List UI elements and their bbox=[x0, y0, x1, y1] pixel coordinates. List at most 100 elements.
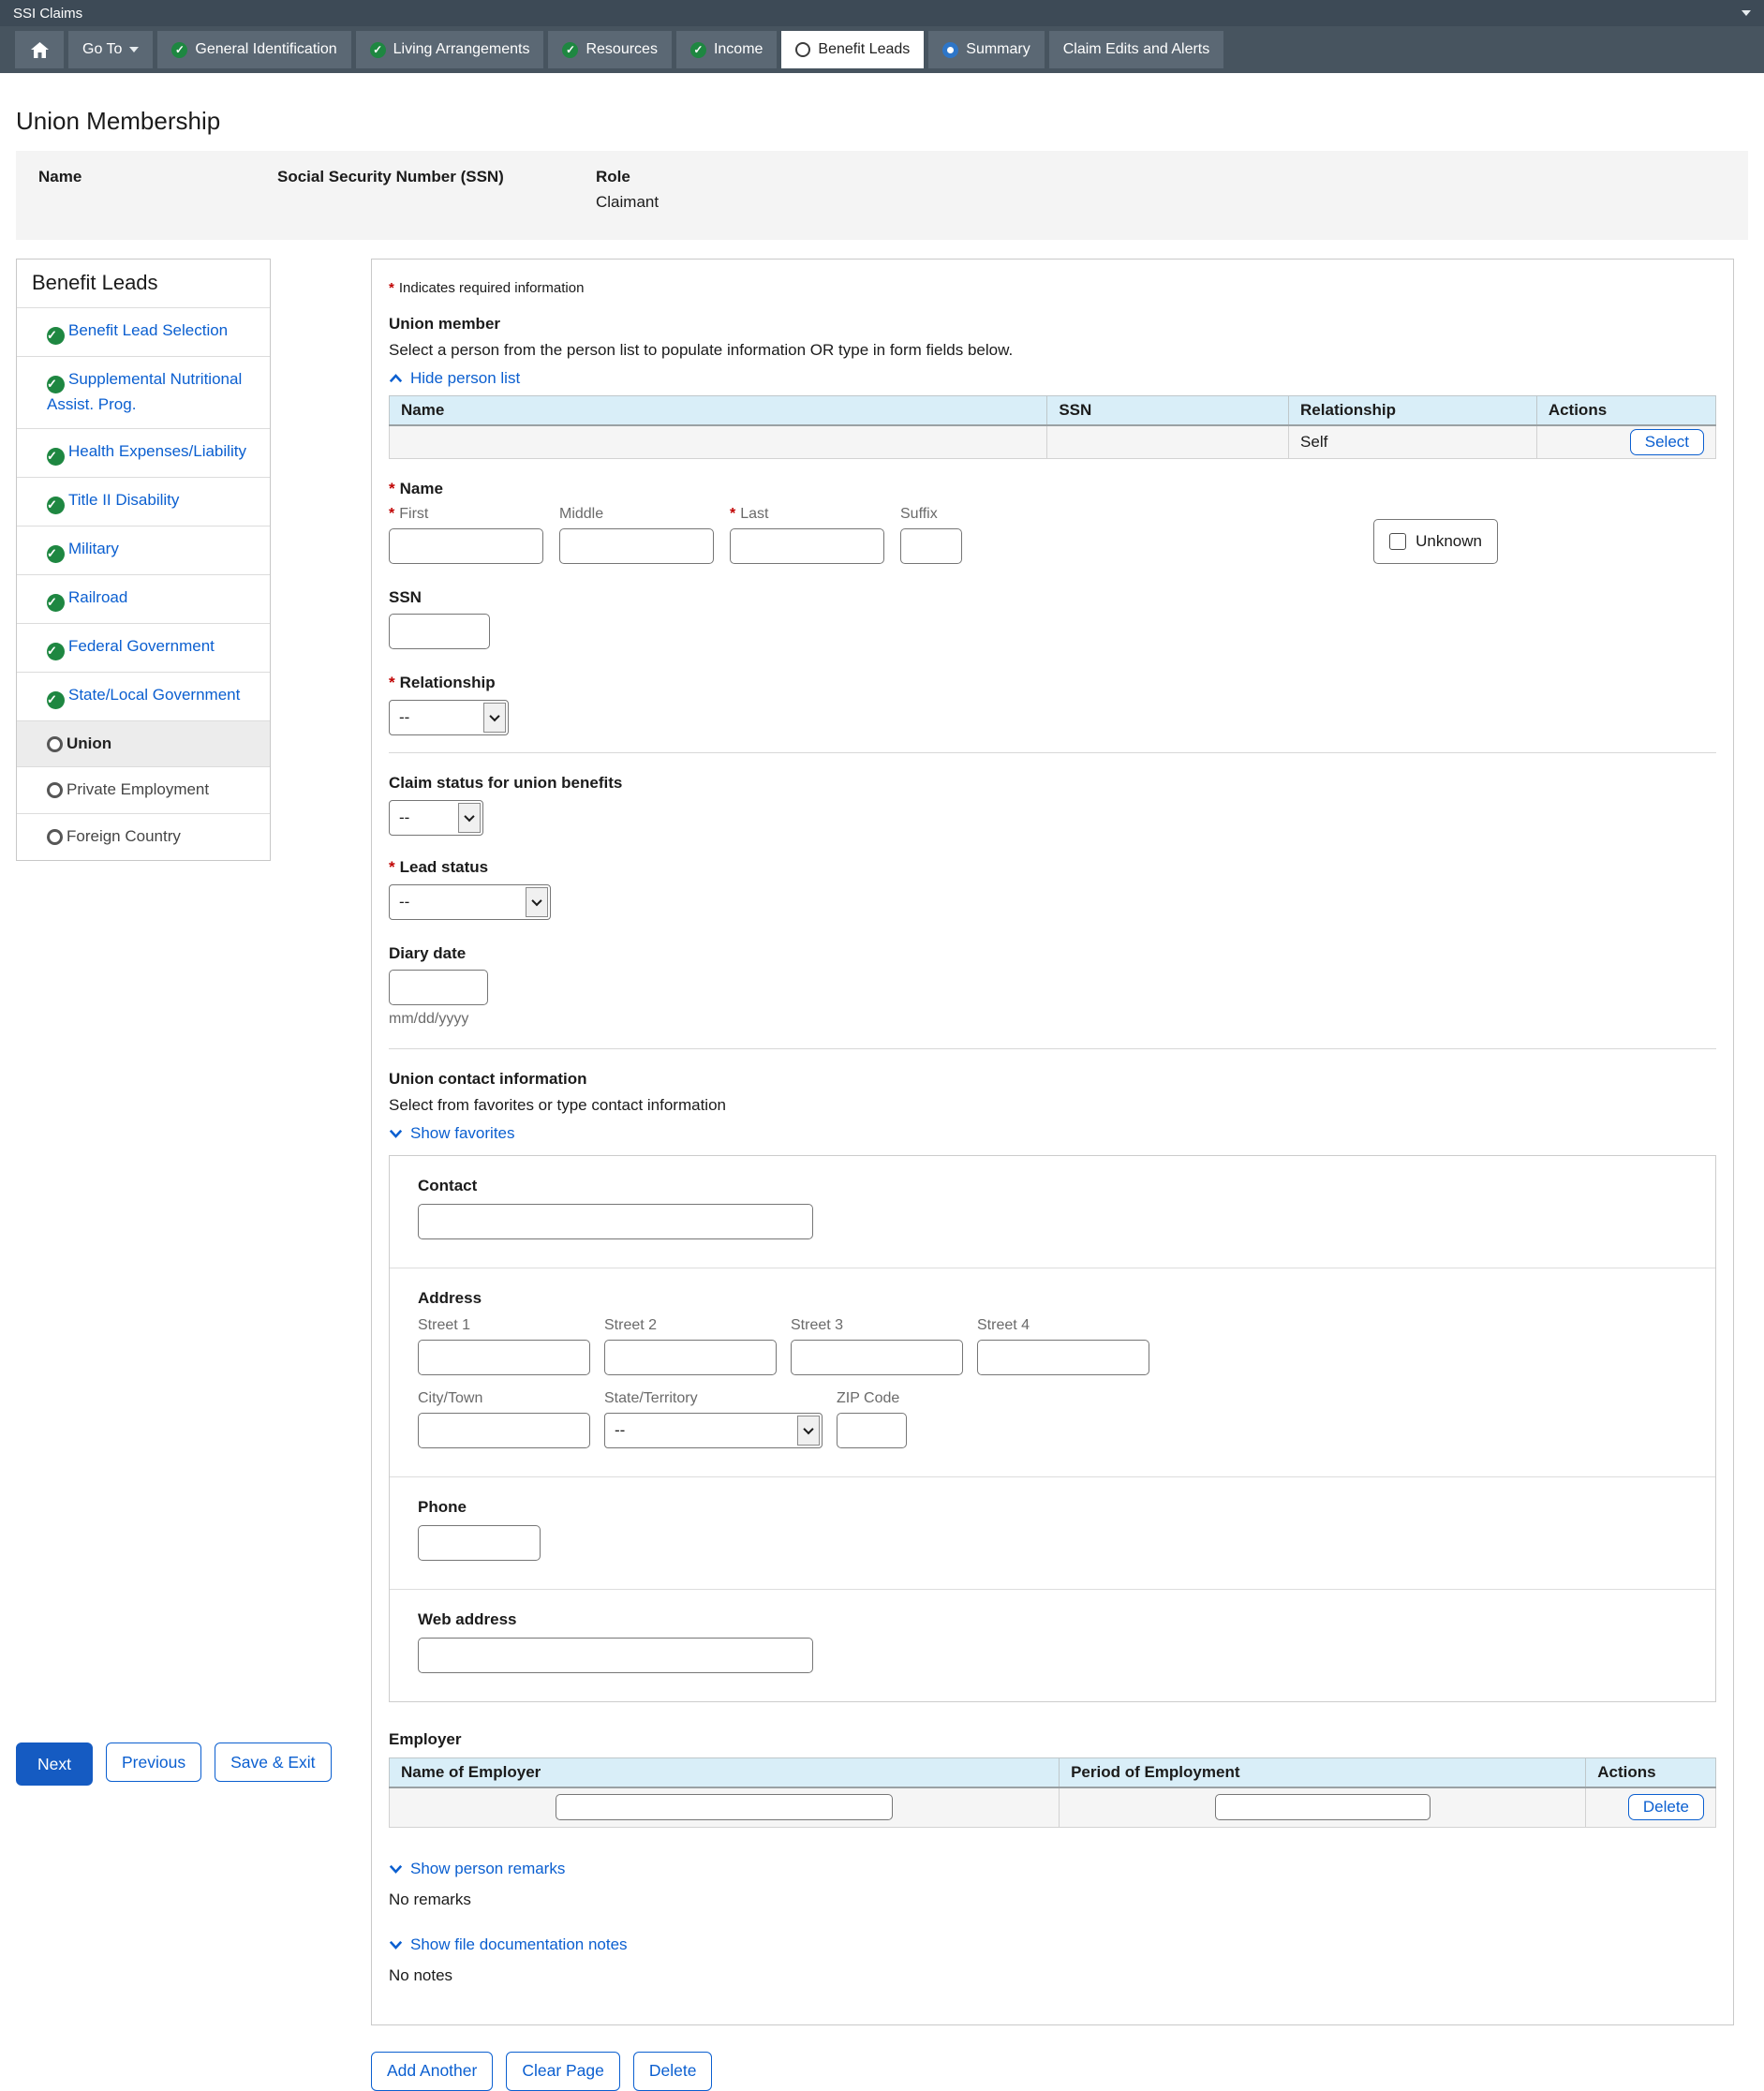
street3-input[interactable] bbox=[791, 1340, 963, 1375]
person-role-label: Role bbox=[596, 168, 659, 186]
tab-general-identification[interactable]: ✓ General Identification bbox=[157, 31, 350, 68]
show-file-documentation-notes-link[interactable]: Show file documentation notes bbox=[389, 1935, 628, 1954]
union-form-panel: *Indicates required information Union me… bbox=[371, 259, 1734, 2025]
unknown-checkbox[interactable] bbox=[1389, 533, 1406, 550]
city-input[interactable] bbox=[418, 1413, 590, 1448]
show-person-remarks-link[interactable]: Show person remarks bbox=[389, 1860, 565, 1878]
app-title: SSI Claims bbox=[13, 6, 82, 22]
check-circle-icon: ✓ bbox=[47, 497, 65, 514]
first-name-input[interactable] bbox=[389, 528, 543, 564]
state-select[interactable]: -- bbox=[604, 1413, 823, 1448]
web-address-label: Web address bbox=[418, 1610, 1687, 1629]
contact-input[interactable] bbox=[418, 1204, 813, 1239]
last-name-label: *Last bbox=[730, 506, 884, 523]
main-nav: Go To ✓ General Identification ✓ Living … bbox=[0, 26, 1764, 73]
first-name-label: *First bbox=[389, 506, 543, 523]
employer-header-name: Name of Employer bbox=[390, 1758, 1060, 1788]
sidebar-item-federal-government[interactable]: ✓Federal Government bbox=[17, 623, 270, 672]
middle-name-input[interactable] bbox=[559, 528, 714, 564]
street4-label: Street 4 bbox=[977, 1317, 1149, 1334]
lead-status-label: *Lead status bbox=[389, 858, 1716, 877]
person-ssn-label: Social Security Number (SSN) bbox=[277, 168, 596, 186]
phone-input[interactable] bbox=[418, 1525, 541, 1561]
employer-table: Name of Employer Period of Employment Ac… bbox=[389, 1757, 1716, 1828]
person-row-name bbox=[390, 425, 1047, 459]
name-section-label: *Name bbox=[389, 480, 1716, 498]
sidebar-item-railroad[interactable]: ✓Railroad bbox=[17, 574, 270, 623]
goto-caret-icon bbox=[129, 47, 139, 52]
contact-info-panel: Contact Address Street 1 Street 2 bbox=[389, 1155, 1716, 1702]
street2-label: Street 2 bbox=[604, 1317, 777, 1334]
street4-input[interactable] bbox=[977, 1340, 1149, 1375]
goto-menu-button[interactable]: Go To bbox=[68, 31, 153, 68]
employer-header-period: Period of Employment bbox=[1060, 1758, 1586, 1788]
delete-page-button[interactable]: Delete bbox=[633, 2052, 713, 2091]
select-person-button[interactable]: Select bbox=[1630, 429, 1704, 455]
employer-row: Delete bbox=[390, 1787, 1716, 1827]
sidebar-item-union[interactable]: Union bbox=[17, 720, 270, 767]
union-member-heading: Union member bbox=[389, 315, 1716, 334]
unknown-label: Unknown bbox=[1416, 532, 1482, 551]
union-contact-instructions: Select from favorites or type contact in… bbox=[389, 1096, 1716, 1115]
home-icon bbox=[31, 42, 49, 58]
street1-input[interactable] bbox=[418, 1340, 590, 1375]
add-another-button[interactable]: Add Another bbox=[371, 2052, 493, 2091]
tab-claim-edits-and-alerts[interactable]: Claim Edits and Alerts bbox=[1049, 31, 1224, 68]
sidebar-title: Benefit Leads bbox=[17, 260, 270, 307]
person-row-ssn bbox=[1047, 425, 1289, 459]
ssn-input[interactable] bbox=[389, 614, 490, 649]
sidebar-item-title-ii-disability[interactable]: ✓Title II Disability bbox=[17, 477, 270, 526]
clear-page-button[interactable]: Clear Page bbox=[506, 2052, 620, 2091]
union-member-instructions: Select a person from the person list to … bbox=[389, 341, 1716, 360]
check-circle-icon: ✓ bbox=[47, 594, 65, 612]
middle-name-label: Middle bbox=[559, 506, 714, 523]
relationship-select[interactable]: -- bbox=[389, 700, 509, 735]
street2-input[interactable] bbox=[604, 1340, 777, 1375]
check-circle-icon: ✓ bbox=[370, 42, 386, 58]
last-name-input[interactable] bbox=[730, 528, 884, 564]
circle-outline-icon bbox=[47, 829, 63, 845]
hide-person-list-link[interactable]: Hide person list bbox=[389, 369, 520, 388]
goto-label: Go To bbox=[82, 41, 122, 58]
check-circle-icon: ✓ bbox=[47, 691, 65, 709]
phone-label: Phone bbox=[418, 1498, 1687, 1517]
save-exit-button[interactable]: Save & Exit bbox=[215, 1742, 331, 1782]
sidebar-item-health-expenses[interactable]: ✓Health Expenses/Liability bbox=[17, 428, 270, 477]
tab-income[interactable]: ✓ Income bbox=[676, 31, 777, 68]
tab-living-arrangements[interactable]: ✓ Living Arrangements bbox=[356, 31, 544, 68]
person-name-label: Name bbox=[38, 168, 277, 186]
claim-status-select[interactable]: -- bbox=[389, 800, 483, 836]
titlebar-caret-icon[interactable] bbox=[1742, 10, 1751, 16]
diary-date-input[interactable] bbox=[389, 970, 488, 1005]
tab-summary[interactable]: Summary bbox=[928, 31, 1044, 68]
employment-period-input[interactable] bbox=[1215, 1794, 1430, 1820]
home-button[interactable] bbox=[15, 31, 64, 68]
delete-employer-button[interactable]: Delete bbox=[1628, 1794, 1704, 1820]
sidebar-item-military[interactable]: ✓Military bbox=[17, 526, 270, 574]
sidebar-item-supplemental-nutritional[interactable]: ✓Supplemental Nutritional Assist. Prog. bbox=[17, 356, 270, 428]
next-button[interactable]: Next bbox=[16, 1742, 93, 1786]
check-circle-icon: ✓ bbox=[47, 643, 65, 660]
in-progress-circle-icon bbox=[942, 42, 958, 58]
chevron-down-icon bbox=[389, 1940, 403, 1950]
contact-label: Contact bbox=[418, 1177, 1687, 1195]
sidebar-item-private-employment[interactable]: Private Employment bbox=[17, 766, 270, 813]
show-favorites-link[interactable]: Show favorites bbox=[389, 1124, 515, 1143]
no-remarks-text: No remarks bbox=[389, 1891, 1716, 1909]
select-arrow-icon bbox=[526, 887, 548, 917]
claim-status-label: Claim status for union benefits bbox=[389, 774, 1716, 793]
web-address-input[interactable] bbox=[418, 1638, 813, 1673]
unknown-checkbox-container: Unknown bbox=[1373, 519, 1498, 564]
zip-input[interactable] bbox=[837, 1413, 907, 1448]
tab-resources[interactable]: ✓ Resources bbox=[548, 31, 671, 68]
employer-name-input[interactable] bbox=[556, 1794, 893, 1820]
sidebar-item-benefit-lead-selection[interactable]: ✓Benefit Lead Selection bbox=[17, 307, 270, 356]
sidebar-item-state-local-government[interactable]: ✓State/Local Government bbox=[17, 672, 270, 720]
sidebar-item-foreign-country[interactable]: Foreign Country bbox=[17, 813, 270, 860]
tab-benefit-leads[interactable]: Benefit Leads bbox=[781, 31, 924, 68]
previous-button[interactable]: Previous bbox=[106, 1742, 201, 1782]
suffix-input[interactable] bbox=[900, 528, 962, 564]
lead-status-select[interactable]: -- bbox=[389, 884, 551, 920]
select-arrow-icon bbox=[483, 703, 506, 733]
person-role-value: Claimant bbox=[596, 193, 659, 212]
